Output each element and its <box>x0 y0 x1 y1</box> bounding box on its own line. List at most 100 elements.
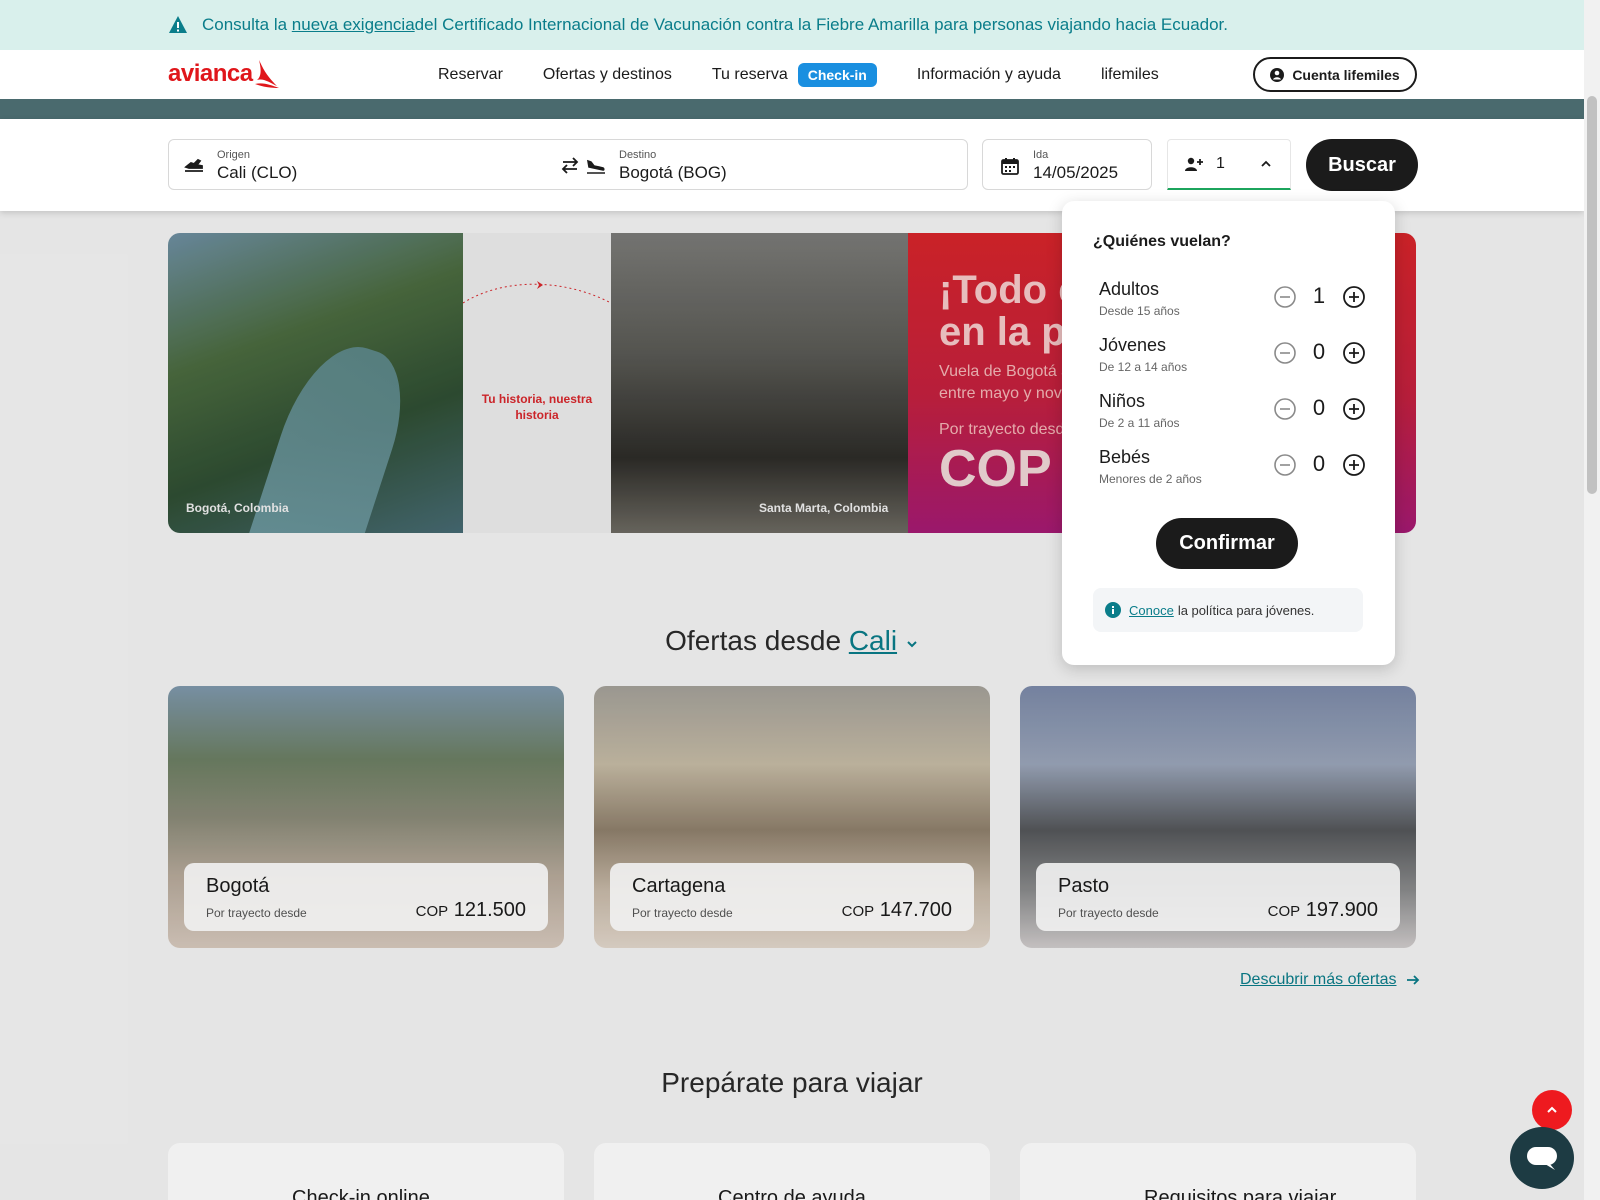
logo-text: avianca <box>168 60 253 87</box>
minus-circle-icon[interactable] <box>1273 453 1297 477</box>
page-scrollbar[interactable] <box>1584 0 1600 1200</box>
promo-currency: COP <box>939 440 1052 498</box>
prepare-heading: Prepárate para viajar <box>661 1067 923 1098</box>
date-value: 14/05/2025 <box>1033 162 1119 182</box>
nav-informacion-ayuda[interactable]: Información y ayuda <box>917 66 1061 84</box>
offer-currency: COP <box>841 903 875 920</box>
banner-text-after: del Certificado Internacional de Vacunac… <box>414 15 1229 34</box>
offer-card-cartagena[interactable]: Cartagena Por trayecto desde COP 147.700 <box>594 686 990 948</box>
plus-circle-icon[interactable] <box>1342 341 1366 365</box>
account-lifemiles-button[interactable]: Cuenta lifemiles <box>1253 57 1417 92</box>
offer-info: Bogotá Por trayecto desde COP 121.500 <box>184 863 548 931</box>
info-icon <box>1105 602 1121 618</box>
offer-price-value: 197.900 <box>1305 899 1378 921</box>
destination-value: Bogotá (BOG) <box>619 162 727 182</box>
swap-route-icon[interactable] <box>559 154 581 176</box>
hero-top-strip <box>0 99 1584 119</box>
minus-circle-icon[interactable] <box>1273 285 1297 309</box>
confirm-passengers-button[interactable]: Confirmar <box>1156 518 1298 569</box>
avianca-bird-icon <box>254 60 279 88</box>
offer-info: Cartagena Por trayecto desde COP 147.700 <box>610 863 974 931</box>
announcement-banner: Consulta la nueva exigencia del Certific… <box>0 0 1584 50</box>
prepare-card-help[interactable]: Centro de ayuda <box>594 1143 990 1200</box>
nav-ofertas-destinos[interactable]: Ofertas y destinos <box>543 66 672 84</box>
chat-button[interactable] <box>1510 1127 1574 1189</box>
passengers-selector[interactable]: 1 <box>1167 139 1291 190</box>
hero-photo-santa-marta <box>611 233 908 533</box>
more-offers-label: Descubrir más ofertas <box>1240 971 1397 988</box>
banner-text-before: Consulta la <box>202 15 288 34</box>
passenger-count: 0 <box>1312 339 1326 364</box>
scroll-to-top-button[interactable] <box>1532 1090 1572 1130</box>
chevron-up-icon <box>1261 160 1271 167</box>
nav-lifemiles[interactable]: lifemiles <box>1101 66 1159 84</box>
minus-circle-icon[interactable] <box>1273 341 1297 365</box>
hero-story-panel <box>463 233 611 533</box>
nav-reservar[interactable]: Reservar <box>438 66 503 84</box>
passengers-popover: ¿Quiénes vuelan? Adultos Desde 15 años 1… <box>1062 201 1395 665</box>
plane-takeoff-icon <box>184 158 203 172</box>
chevron-up-icon <box>1547 1106 1557 1113</box>
route-fields: Origen Cali (CLO) Destino Bogotá (BOG) <box>168 139 968 190</box>
banner-link[interactable]: nueva exigencia <box>292 15 415 35</box>
passenger-type-age: Menores de 2 años <box>1099 472 1202 486</box>
offer-currency: COP <box>1267 903 1301 920</box>
promo-sub-line2: entre mayo y nov <box>939 385 1062 402</box>
offer-price: COP 197.900 <box>1268 899 1378 922</box>
arrow-right-icon <box>1406 975 1419 985</box>
promo-title: ¡Todo e en la p <box>939 269 1080 353</box>
offer-card-pasto[interactable]: Pasto Por trayecto desde COP 197.900 <box>1020 686 1416 948</box>
passenger-row-infants: Bebés Menores de 2 años 0 <box>1099 447 1365 495</box>
youth-policy-note: Conoce la política para jóvenes. <box>1093 588 1363 632</box>
youth-policy-link[interactable]: Conoce <box>1129 603 1174 618</box>
prepare-card-title: Requisitos para viajar <box>1144 1187 1337 1200</box>
offer-city: Cartagena <box>632 875 726 897</box>
more-offers-link[interactable]: Descubrir más ofertas <box>1240 971 1421 989</box>
search-button[interactable]: Buscar <box>1306 139 1418 191</box>
passengers-count: 1 <box>1216 155 1225 172</box>
hero-caption-bogota: Bogotá, Colombia <box>186 501 289 515</box>
minus-circle-icon[interactable] <box>1273 397 1297 421</box>
prepare-card-requirements[interactable]: Requisitos para viajar <box>1020 1143 1416 1200</box>
nav-tu-reserva[interactable]: Tu reserva Check-in <box>711 62 877 87</box>
destination-field[interactable]: Destino Bogotá (BOG) <box>585 140 955 191</box>
destination-label: Destino <box>619 148 657 161</box>
popover-title: ¿Quiénes vuelan? <box>1093 233 1231 250</box>
passenger-type-age: De 2 a 11 años <box>1099 416 1180 430</box>
scrollbar-thumb[interactable] <box>1587 96 1597 494</box>
prepare-card-checkin[interactable]: Check-in online <box>168 1143 564 1200</box>
passenger-type-label: Niños <box>1099 391 1146 411</box>
passenger-row-adults: Adultos Desde 15 años 1 <box>1099 279 1365 327</box>
departure-date-field[interactable]: Ida 14/05/2025 <box>982 139 1152 190</box>
offer-price: COP 147.700 <box>842 899 952 922</box>
prepare-card-title: Centro de ayuda <box>718 1187 866 1200</box>
hero-story-text: Tu historia, nuestra historia <box>481 392 593 422</box>
origin-field[interactable]: Origen Cali (CLO) <box>183 140 543 191</box>
plus-circle-icon[interactable] <box>1342 453 1366 477</box>
plus-circle-icon[interactable] <box>1342 285 1366 309</box>
passenger-count: 1 <box>1312 283 1326 308</box>
passenger-row-children: Niños De 2 a 11 años 0 <box>1099 391 1365 439</box>
offer-price: COP 121.500 <box>416 899 526 922</box>
promo-title-line2: en la p <box>939 310 1066 354</box>
offer-currency: COP <box>415 903 449 920</box>
hero-photo-bogota <box>168 233 463 533</box>
offer-from: Por trayecto desde <box>206 906 307 920</box>
offer-card-bogota[interactable]: Bogotá Por trayecto desde COP 121.500 <box>168 686 564 948</box>
offer-price-value: 147.700 <box>879 899 952 921</box>
origin-label: Origen <box>217 148 251 161</box>
passenger-type-label: Adultos <box>1099 279 1160 299</box>
chevron-down-icon[interactable] <box>905 638 919 650</box>
offer-from: Por trayecto desde <box>1058 906 1159 920</box>
flight-path-icon <box>463 281 611 304</box>
checkin-badge[interactable]: Check-in <box>797 62 877 87</box>
flight-search-bar: Origen Cali (CLO) Destino Bogotá (BOG) I… <box>0 119 1584 211</box>
prepare-card-title: Check-in online <box>292 1187 430 1200</box>
promo-from: Por trayecto desd <box>939 421 1065 438</box>
offers-city-selector[interactable]: Cali <box>849 625 897 656</box>
nav-tu-reserva-label: Tu reserva <box>711 65 788 83</box>
date-label: Ida <box>1033 148 1049 161</box>
add-person-icon <box>1185 157 1203 171</box>
avianca-logo[interactable]: avianca <box>168 58 281 90</box>
plus-circle-icon[interactable] <box>1342 397 1366 421</box>
